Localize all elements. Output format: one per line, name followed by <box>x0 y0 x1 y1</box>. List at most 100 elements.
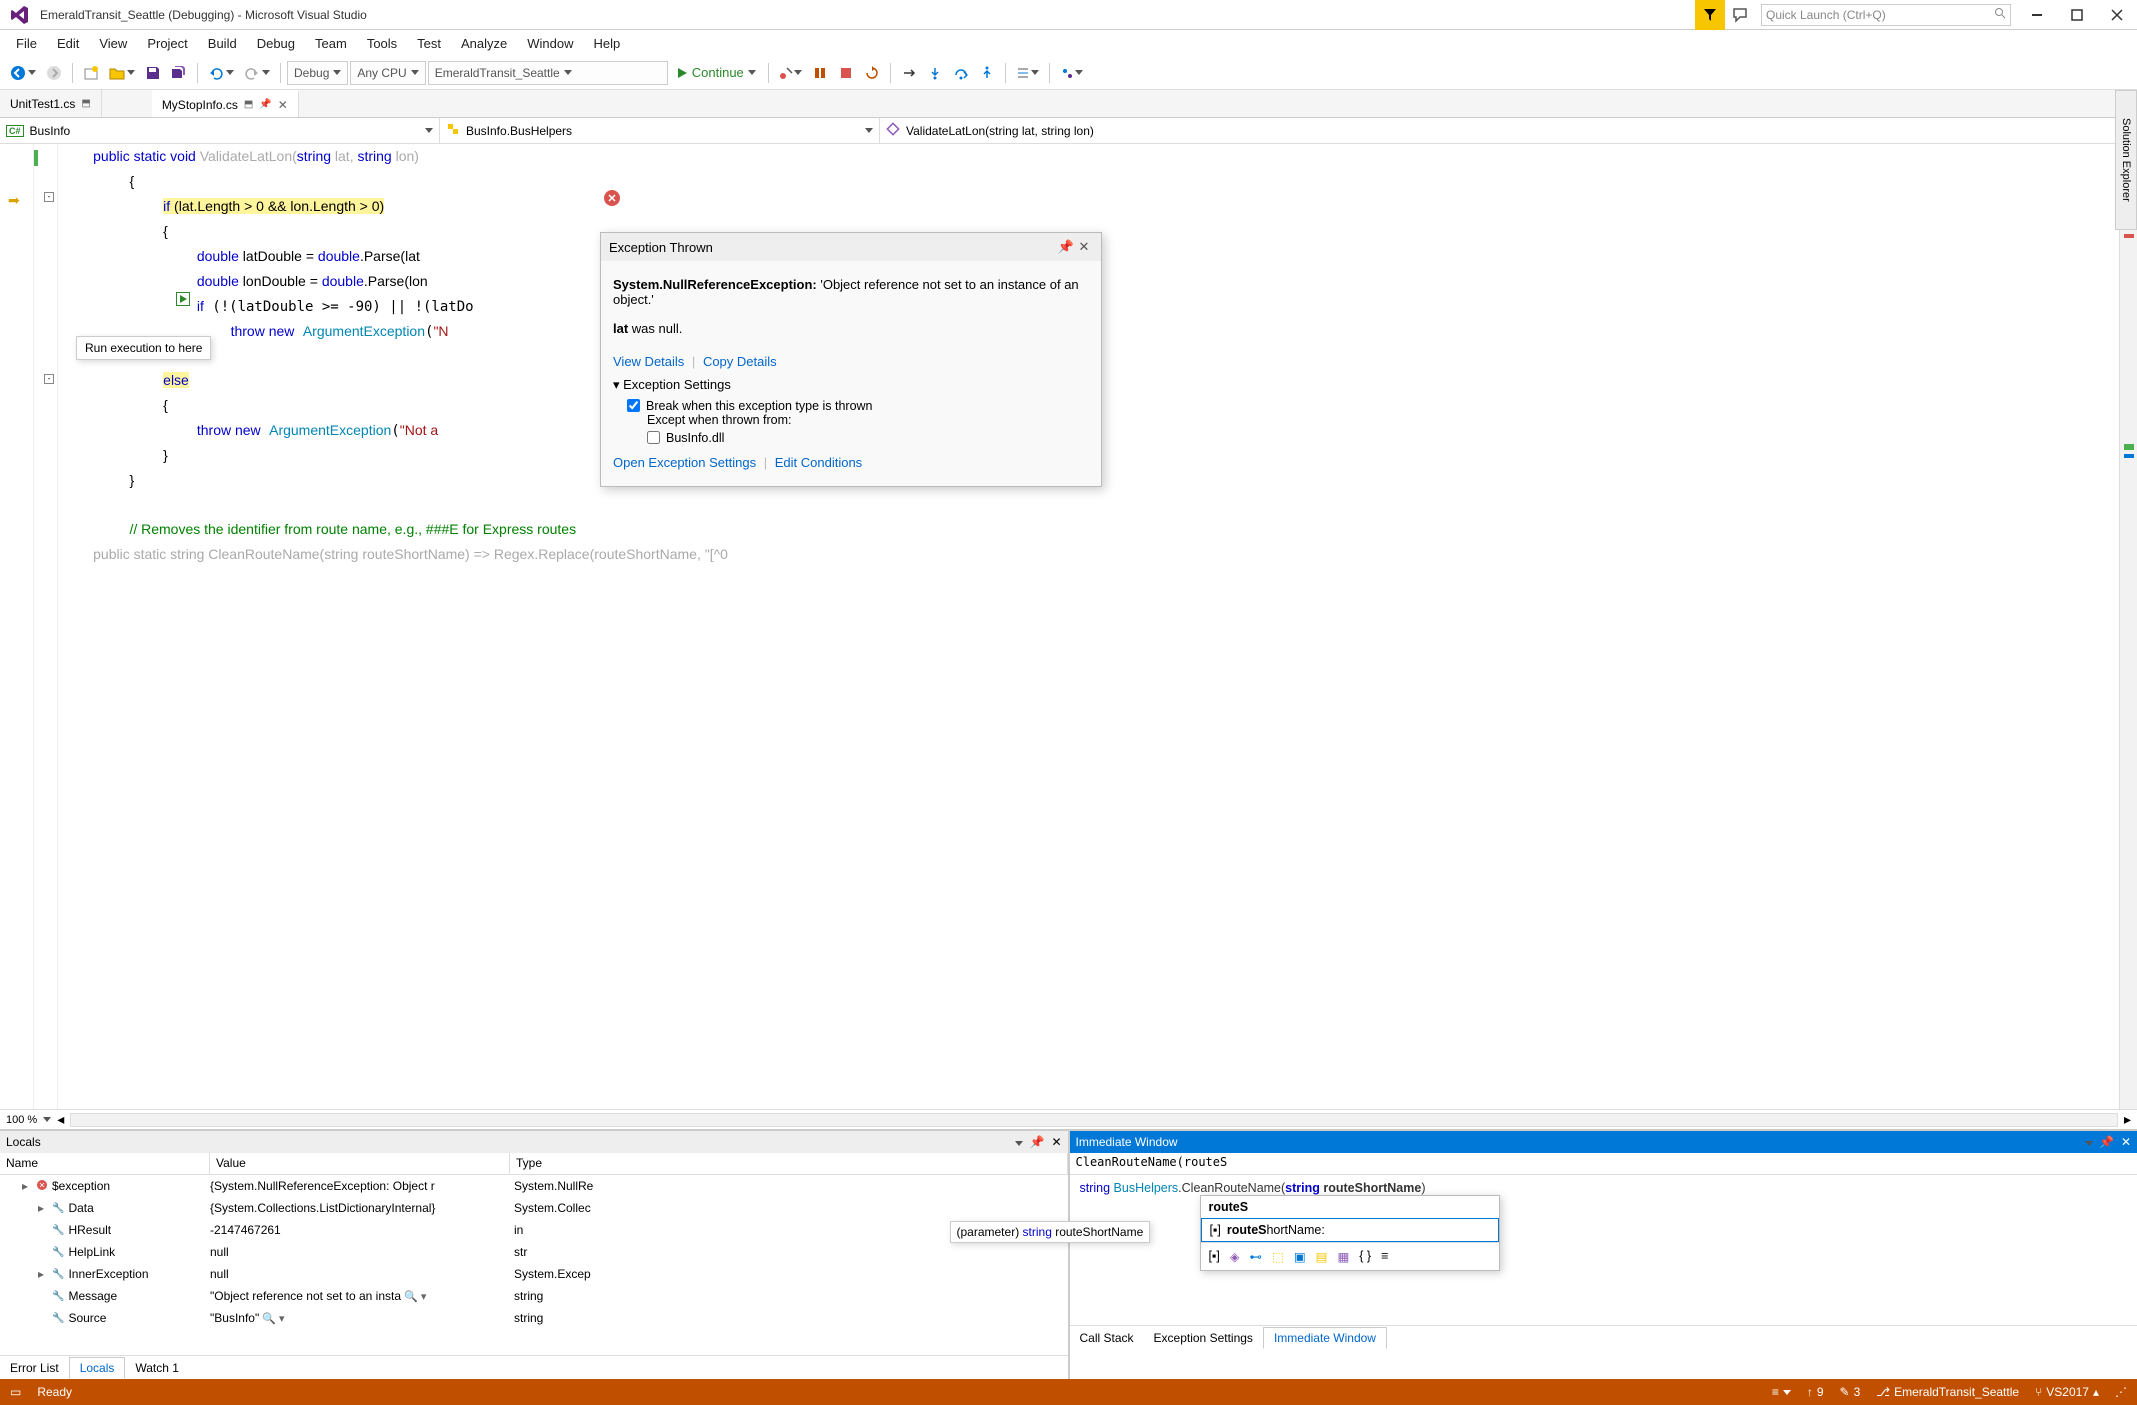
nav-fwd-button[interactable] <box>42 61 66 85</box>
tab-mystopinfo[interactable]: MyStopInfo.cs ⬒ 📌 ✕ <box>152 90 299 117</box>
locals-row[interactable]: 🔧HResult-2147467261in <box>0 1219 1068 1241</box>
nav-class-combo[interactable]: BusInfo.BusHelpers <box>440 118 880 143</box>
nav-project-combo[interactable]: C# BusInfo <box>0 118 440 143</box>
code-editor[interactable]: ➡ - - public static void ValidateLatLon(… <box>0 144 2137 1129</box>
menu-tools[interactable]: Tools <box>357 33 407 54</box>
menu-view[interactable]: View <box>89 33 137 54</box>
completion-item[interactable]: [▪] routeShortName: <box>1201 1218 1499 1242</box>
step-into-button[interactable] <box>923 61 947 85</box>
show-next-button[interactable] <box>897 61 921 85</box>
notifications-icon[interactable] <box>1695 0 1725 30</box>
live-share-button[interactable] <box>1056 61 1087 85</box>
exc-settings-expander[interactable]: ▾ <box>613 377 623 392</box>
filter-snippets-icon[interactable]: ≡ <box>1381 1249 1388 1264</box>
save-all-button[interactable] <box>167 61 191 85</box>
window-menu-icon[interactable] <box>1015 1141 1023 1146</box>
status-publish[interactable]: ≡ <box>1772 1385 1791 1399</box>
close-tab-icon[interactable]: ✕ <box>278 98 288 112</box>
status-repo[interactable]: ⎇ EmeraldTransit_Seattle <box>1876 1385 2019 1399</box>
locals-row[interactable]: 🔧HelpLinknullstr <box>0 1241 1068 1263</box>
menu-window[interactable]: Window <box>517 33 583 54</box>
locals-row[interactable]: 🔧Message"Object reference not set to an … <box>0 1285 1068 1307</box>
status-unpushed[interactable]: ↑ 9 <box>1807 1385 1824 1399</box>
col-name[interactable]: Name <box>0 1153 210 1174</box>
filter-classes-icon[interactable]: ⬚ <box>1272 1249 1284 1264</box>
locals-row[interactable]: ▸🔧Data{System.Collections.ListDictionary… <box>0 1197 1068 1219</box>
close-icon[interactable]: ✕ <box>2121 1135 2131 1149</box>
col-type[interactable]: Type <box>510 1153 1068 1174</box>
locals-row[interactable]: ▸✕$exception{System.NullReferenceExcepti… <box>0 1175 1068 1197</box>
menu-edit[interactable]: Edit <box>47 33 89 54</box>
resize-grip-icon[interactable]: ⋰ <box>2115 1385 2127 1399</box>
locals-row[interactable]: 🔧Source"BusInfo" 🔍 ▾string <box>0 1307 1068 1329</box>
solution-explorer-tab[interactable]: Solution Explorer <box>2115 90 2137 230</box>
step-over-button[interactable] <box>949 61 973 85</box>
maximize-button[interactable] <box>2057 0 2097 30</box>
status-branch[interactable]: ⑂ VS2017 ▴ <box>2035 1385 2099 1399</box>
stop-button[interactable] <box>808 61 832 85</box>
pin-icon[interactable]: 📌 <box>2099 1135 2114 1149</box>
undo-button[interactable] <box>204 61 238 85</box>
pin-icon[interactable]: 📌 <box>1030 1135 1045 1149</box>
close-button[interactable] <box>2097 0 2137 30</box>
break-all-button[interactable] <box>775 61 806 85</box>
filter-fields-icon[interactable]: ⊷ <box>1250 1249 1263 1264</box>
platform-combo[interactable]: Any CPU <box>350 61 425 85</box>
run-to-click-icon[interactable] <box>176 292 190 306</box>
tab-unittest1[interactable]: UnitTest1.cs ⬒ <box>0 90 102 117</box>
menu-test[interactable]: Test <box>407 33 451 54</box>
open-exception-settings-link[interactable]: Open Exception Settings <box>613 455 756 470</box>
nav-member-combo[interactable]: ValidateLatLon(string lat, string lon) <box>880 118 2137 143</box>
tab-call-stack[interactable]: Call Stack <box>1070 1328 1144 1348</box>
locals-row[interactable]: ▸🔧InnerExceptionnullSystem.Excep <box>0 1263 1068 1285</box>
pin2-icon[interactable]: 📌 <box>259 99 271 110</box>
save-button[interactable] <box>141 61 165 85</box>
horizontal-scrollbar[interactable] <box>70 1113 2118 1127</box>
menu-analyze[interactable]: Analyze <box>451 33 517 54</box>
fold-icon[interactable]: - <box>44 374 54 384</box>
close-icon[interactable]: ✕ <box>1075 239 1093 255</box>
stop-debug-button[interactable] <box>834 61 858 85</box>
quick-launch-input[interactable]: Quick Launch (Ctrl+Q) <box>1761 4 2011 26</box>
pin-icon[interactable]: ⬒ <box>81 98 90 109</box>
view-details-link[interactable]: View Details <box>613 354 684 369</box>
filter-enums-icon[interactable]: ▤ <box>1316 1249 1328 1264</box>
window-menu-icon[interactable] <box>2085 1141 2093 1146</box>
menu-debug[interactable]: Debug <box>247 33 305 54</box>
redo-button[interactable] <box>240 61 274 85</box>
feedback-icon[interactable] <box>1725 0 1755 30</box>
break-on-exception-checkbox[interactable] <box>627 399 640 412</box>
tab-immediate-window[interactable]: Immediate Window <box>1263 1327 1387 1349</box>
restart-button[interactable] <box>860 61 884 85</box>
edit-conditions-link[interactable]: Edit Conditions <box>775 455 862 470</box>
tab-error-list[interactable]: Error List <box>0 1358 69 1378</box>
minimize-button[interactable] <box>2017 0 2057 30</box>
fold-icon[interactable]: - <box>44 192 54 202</box>
step-out-button[interactable] <box>975 61 999 85</box>
continue-button[interactable]: Continue <box>670 65 762 80</box>
status-pending[interactable]: ✎ 3 <box>1840 1385 1861 1399</box>
intellitrace-button[interactable] <box>1012 61 1043 85</box>
menu-file[interactable]: File <box>6 33 47 54</box>
filter-methods-icon[interactable]: ◈ <box>1230 1249 1240 1264</box>
menu-project[interactable]: Project <box>137 33 197 54</box>
nav-back-button[interactable] <box>6 61 40 85</box>
close-icon[interactable]: ✕ <box>1051 1135 1061 1149</box>
menu-help[interactable]: Help <box>584 33 631 54</box>
menu-build[interactable]: Build <box>198 33 247 54</box>
filter-locals-icon[interactable]: [▪] <box>1209 1249 1220 1264</box>
col-value[interactable]: Value <box>210 1153 510 1174</box>
tab-exception-settings[interactable]: Exception Settings <box>1144 1328 1263 1348</box>
new-project-button[interactable] <box>79 61 103 85</box>
config-combo[interactable]: Debug <box>287 61 348 85</box>
tab-locals[interactable]: Locals <box>69 1357 126 1379</box>
pin-icon[interactable]: 📌 <box>1057 239 1075 255</box>
copy-details-link[interactable]: Copy Details <box>703 354 777 369</box>
menu-team[interactable]: Team <box>305 33 357 54</box>
pin-icon[interactable]: ⬒ <box>244 99 253 110</box>
immediate-input[interactable]: CleanRouteName(routeS <box>1070 1153 2137 1175</box>
zoom-combo[interactable]: 100 % <box>6 1114 37 1126</box>
filter-keywords-icon[interactable]: { } <box>1359 1249 1371 1264</box>
startup-combo[interactable]: EmeraldTransit_Seattle <box>428 61 668 85</box>
filter-namespaces-icon[interactable]: ▦ <box>1337 1249 1349 1264</box>
